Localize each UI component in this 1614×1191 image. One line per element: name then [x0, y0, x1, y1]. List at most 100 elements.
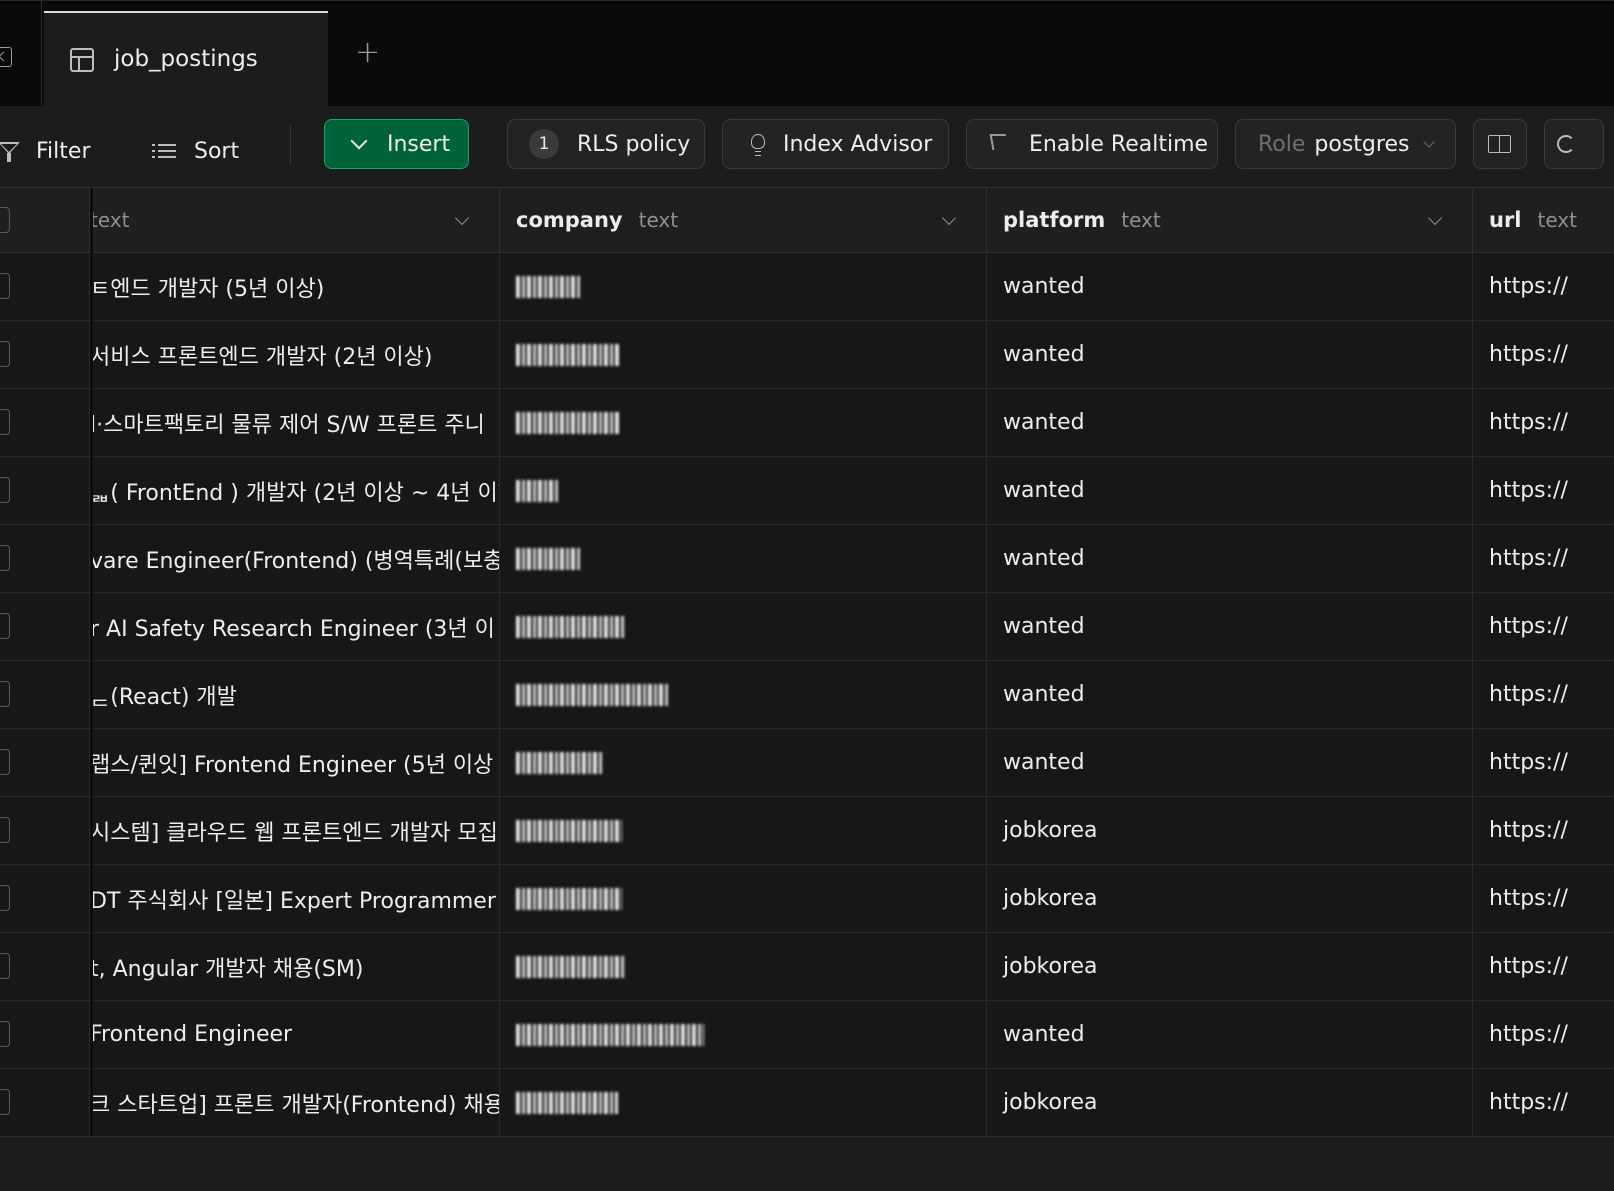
row-select-cell[interactable]: [0, 1001, 90, 1068]
company-cell[interactable]: [500, 1001, 987, 1068]
row-checkbox[interactable]: [0, 477, 10, 503]
platform-cell[interactable]: jobkorea: [987, 865, 1473, 932]
chevron-down-icon[interactable]: [1427, 210, 1443, 226]
company-cell[interactable]: [500, 933, 987, 1000]
platform-cell[interactable]: wanted: [987, 525, 1473, 592]
table-row[interactable]: 크 스타트업] 프론트 개발자(Frontend) 채용 jobkorea http…: [0, 1069, 1614, 1137]
url-cell[interactable]: https://: [1473, 389, 1614, 456]
table-row[interactable]: vare Engineer(Frontend) (병역특례(보충 wanted ht…: [0, 525, 1614, 593]
row-select-cell[interactable]: [0, 1069, 90, 1136]
platform-cell[interactable]: wanted: [987, 321, 1473, 388]
row-checkbox[interactable]: [0, 749, 10, 775]
row-select-cell[interactable]: [0, 389, 90, 456]
row-select-cell[interactable]: [0, 457, 90, 524]
row-checkbox[interactable]: [0, 681, 10, 707]
title-cell[interactable]: 서비스 프론트엔드 개발자 (2년 이상): [90, 321, 500, 388]
row-select-cell[interactable]: [0, 253, 90, 320]
title-cell[interactable]: r AI Safety Research Engineer (3년 이: [90, 593, 500, 660]
company-cell[interactable]: [500, 661, 987, 728]
title-cell[interactable]: vare Engineer(Frontend) (병역특례(보충: [90, 525, 500, 592]
platform-cell[interactable]: wanted: [987, 593, 1473, 660]
header-url[interactable]: url text: [1473, 188, 1614, 252]
platform-cell[interactable]: jobkorea: [987, 1069, 1473, 1136]
row-select-cell[interactable]: [0, 593, 90, 660]
url-cell[interactable]: https://: [1473, 933, 1614, 1000]
index-advisor-button[interactable]: Index Advisor: [722, 119, 949, 169]
row-checkbox[interactable]: [0, 885, 10, 911]
table-row[interactable]: 시스템] 클라우드 웹 프론트엔드 개발자 모집 jobkorea https://: [0, 797, 1614, 865]
url-cell[interactable]: https://: [1473, 865, 1614, 932]
row-select-cell[interactable]: [0, 797, 90, 864]
table-row[interactable]: Frontend Engineer wanted https://: [0, 1001, 1614, 1069]
url-cell[interactable]: https://: [1473, 525, 1614, 592]
title-cell[interactable]: DT 주식회사 [일본] Expert Programmer: [90, 865, 500, 932]
table-row[interactable]: DT 주식회사 [일본] Expert Programmer jobkorea ht…: [0, 865, 1614, 933]
header-company[interactable]: company text: [500, 188, 987, 252]
row-checkbox[interactable]: [0, 341, 10, 367]
refresh-button[interactable]: [1544, 119, 1604, 169]
select-all-checkbox[interactable]: [0, 207, 10, 233]
company-cell[interactable]: [500, 593, 987, 660]
header-select[interactable]: [0, 188, 90, 252]
company-cell[interactable]: [500, 389, 987, 456]
chevron-down-icon[interactable]: [454, 210, 470, 226]
row-checkbox[interactable]: [0, 1021, 10, 1047]
row-select-cell[interactable]: [0, 933, 90, 1000]
table-row[interactable]: t, Angular 개발자 채용(SM) jobkorea https://: [0, 933, 1614, 1001]
title-cell[interactable]: ᆲ( FrontEnd ) 개발자 (2년 이상 ~ 4년 이하: [90, 457, 500, 524]
filter-button[interactable]: Filter: [0, 126, 90, 176]
platform-cell[interactable]: jobkorea: [987, 797, 1473, 864]
url-cell[interactable]: https://: [1473, 253, 1614, 320]
platform-cell[interactable]: wanted: [987, 457, 1473, 524]
row-select-cell[interactable]: [0, 729, 90, 796]
row-select-cell[interactable]: [0, 865, 90, 932]
table-row[interactable]: ᆮ(React) 개발 wanted https://: [0, 661, 1614, 729]
role-select[interactable]: Role postgres: [1235, 119, 1456, 169]
title-cell[interactable]: 랩스/퀸잇] Frontend Engineer (5년 이상: [90, 729, 500, 796]
row-checkbox[interactable]: [0, 273, 10, 299]
row-checkbox[interactable]: [0, 545, 10, 571]
table-row[interactable]: l·스마트팩토리 물류 제어 S/W 프론트 주니 wanted https://: [0, 389, 1614, 457]
table-row[interactable]: 랩스/퀸잇] Frontend Engineer (5년 이상 wanted htt…: [0, 729, 1614, 797]
company-cell[interactable]: [500, 865, 987, 932]
table-row[interactable]: 서비스 프론트엔드 개발자 (2년 이상) wanted https://: [0, 321, 1614, 389]
title-cell[interactable]: 크 스타트업] 프론트 개발자(Frontend) 채용: [90, 1069, 500, 1136]
rls-policy-button[interactable]: 1 RLS policy: [507, 119, 705, 169]
url-cell[interactable]: https://: [1473, 729, 1614, 796]
row-select-cell[interactable]: [0, 321, 90, 388]
title-cell[interactable]: t, Angular 개발자 채용(SM): [90, 933, 500, 1000]
title-cell[interactable]: l·스마트팩토리 물류 제어 S/W 프론트 주니: [90, 389, 500, 456]
company-cell[interactable]: [500, 253, 987, 320]
url-cell[interactable]: https://: [1473, 1069, 1614, 1136]
tab-job-postings[interactable]: job_postings: [44, 11, 328, 107]
company-cell[interactable]: [500, 321, 987, 388]
enable-realtime-button[interactable]: Enable Realtime: [966, 119, 1218, 169]
sort-button[interactable]: Sort: [152, 126, 239, 176]
header-platform[interactable]: platform text: [987, 188, 1473, 252]
title-cell[interactable]: 시스템] 클라우드 웹 프론트엔드 개발자 모집: [90, 797, 500, 864]
url-cell[interactable]: https://: [1473, 1001, 1614, 1068]
row-checkbox[interactable]: [0, 817, 10, 843]
platform-cell[interactable]: jobkorea: [987, 933, 1473, 1000]
chevron-down-icon[interactable]: [941, 210, 957, 226]
title-cell[interactable]: ㅌ엔드 개발자 (5년 이상): [90, 253, 500, 320]
add-tab-button[interactable]: +: [355, 38, 380, 68]
url-cell[interactable]: https://: [1473, 797, 1614, 864]
platform-cell[interactable]: wanted: [987, 389, 1473, 456]
platform-cell[interactable]: wanted: [987, 1001, 1473, 1068]
company-cell[interactable]: [500, 1069, 987, 1136]
url-cell[interactable]: https://: [1473, 321, 1614, 388]
collapse-sidebar-button[interactable]: [0, 1, 42, 107]
title-cell[interactable]: ᆮ(React) 개발: [90, 661, 500, 728]
row-select-cell[interactable]: [0, 661, 90, 728]
row-checkbox[interactable]: [0, 409, 10, 435]
insert-button[interactable]: Insert: [324, 119, 469, 169]
title-cell[interactable]: Frontend Engineer: [90, 1001, 500, 1068]
platform-cell[interactable]: wanted: [987, 253, 1473, 320]
company-cell[interactable]: [500, 797, 987, 864]
table-row[interactable]: r AI Safety Research Engineer (3년 이 wante…: [0, 593, 1614, 661]
url-cell[interactable]: https://: [1473, 661, 1614, 728]
platform-cell[interactable]: wanted: [987, 729, 1473, 796]
row-checkbox[interactable]: [0, 953, 10, 979]
header-title[interactable]: text: [90, 188, 500, 252]
